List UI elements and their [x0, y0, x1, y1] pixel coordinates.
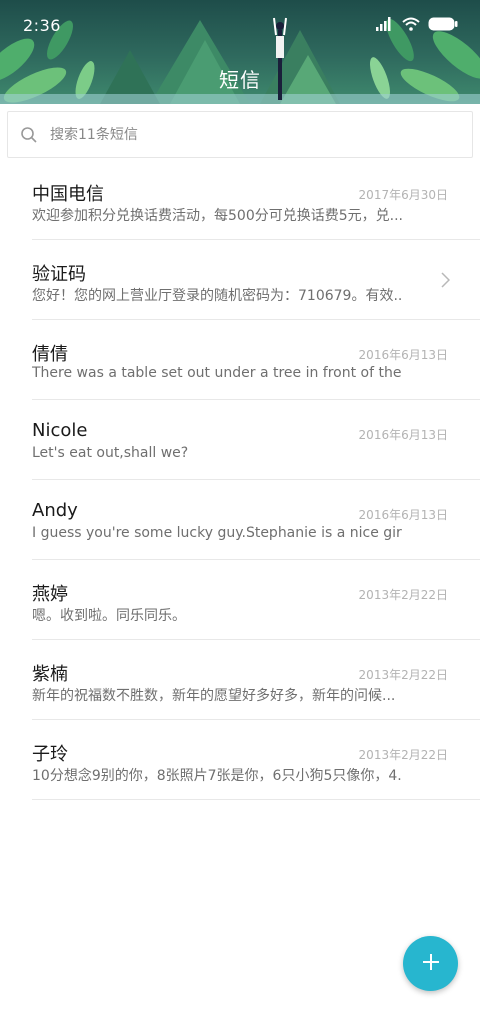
- message-preview: 新年的祝福数不胜数，新年的愿望好多好多，新年的问候...: [32, 688, 396, 704]
- contact-name: Andy: [32, 500, 78, 521]
- contact-name: 中国电信: [32, 184, 104, 205]
- message-preview: 嗯。收到啦。同乐同乐。: [32, 608, 186, 624]
- message-date: 2016年6月13日: [358, 428, 448, 442]
- search-input[interactable]: [50, 112, 450, 157]
- contact-name: 倩倩: [32, 344, 68, 365]
- conversation-row[interactable]: 验证码 您好！您的网上营业厅登录的随机密码为：710679。有效...: [0, 240, 480, 320]
- status-time: 2:36: [23, 16, 61, 35]
- conversation-list: 中国电信 2017年6月30日 欢迎参加积分兑换话费活动，每500分可兑换话费5…: [0, 160, 480, 800]
- message-preview: 10分想念9别的你，8张照片7张是你，6只小狗5只像你，4...: [32, 768, 402, 784]
- conversation-row[interactable]: 倩倩 2016年6月13日 There was a table set out …: [0, 320, 480, 400]
- signal-icon: [376, 16, 394, 35]
- conversation-row[interactable]: Nicole 2016年6月13日 Let's eat out,shall we…: [0, 400, 480, 480]
- chevron-right-icon: [440, 272, 451, 292]
- status-bar: 2:36: [0, 0, 480, 52]
- message-date: 2017年6月30日: [358, 188, 448, 202]
- message-preview: 欢迎参加积分兑换话费活动，每500分可兑换话费5元，兑...: [32, 208, 402, 224]
- contact-name: 验证码: [32, 264, 86, 285]
- conversation-row[interactable]: 紫楠 2013年2月22日 新年的祝福数不胜数，新年的愿望好多好多，新年的问候.…: [0, 640, 480, 720]
- conversation-row[interactable]: 燕婷 2013年2月22日 嗯。收到啦。同乐同乐。: [0, 560, 480, 640]
- conversation-row[interactable]: 子玲 2013年2月22日 10分想念9别的你，8张照片7张是你，6只小狗5只像…: [0, 720, 480, 800]
- header-banner: 2:36 短信: [0, 0, 480, 104]
- wifi-icon: [402, 16, 420, 35]
- message-date: 2013年2月22日: [358, 668, 448, 682]
- contact-name: 紫楠: [32, 664, 68, 685]
- battery-icon: [428, 16, 458, 35]
- message-preview: There was a table set out under a tree i…: [32, 365, 402, 381]
- compose-button[interactable]: [403, 936, 458, 991]
- message-preview: Let's eat out,shall we?: [32, 445, 189, 461]
- message-preview: 您好！您的网上营业厅登录的随机密码为：710679。有效...: [32, 288, 402, 304]
- search-box[interactable]: [7, 111, 473, 158]
- contact-name: 燕婷: [32, 584, 68, 605]
- divider: [32, 799, 480, 800]
- conversation-row[interactable]: Andy 2016年6月13日 I guess you're some luck…: [0, 480, 480, 560]
- message-date: 2013年2月22日: [358, 748, 448, 762]
- message-date: 2016年6月13日: [358, 508, 448, 522]
- message-date: 2016年6月13日: [358, 348, 448, 362]
- search-icon: [20, 126, 38, 148]
- search-bar: [0, 104, 480, 160]
- conversation-row[interactable]: 中国电信 2017年6月30日 欢迎参加积分兑换话费活动，每500分可兑换话费5…: [0, 160, 480, 240]
- page-title: 短信: [219, 68, 261, 92]
- message-preview: I guess you're some lucky guy.Stephanie …: [32, 525, 402, 541]
- plus-icon: [421, 952, 441, 976]
- contact-name: Nicole: [32, 420, 88, 441]
- message-date: 2013年2月22日: [358, 588, 448, 602]
- contact-name: 子玲: [32, 744, 68, 765]
- status-icons: [376, 16, 458, 34]
